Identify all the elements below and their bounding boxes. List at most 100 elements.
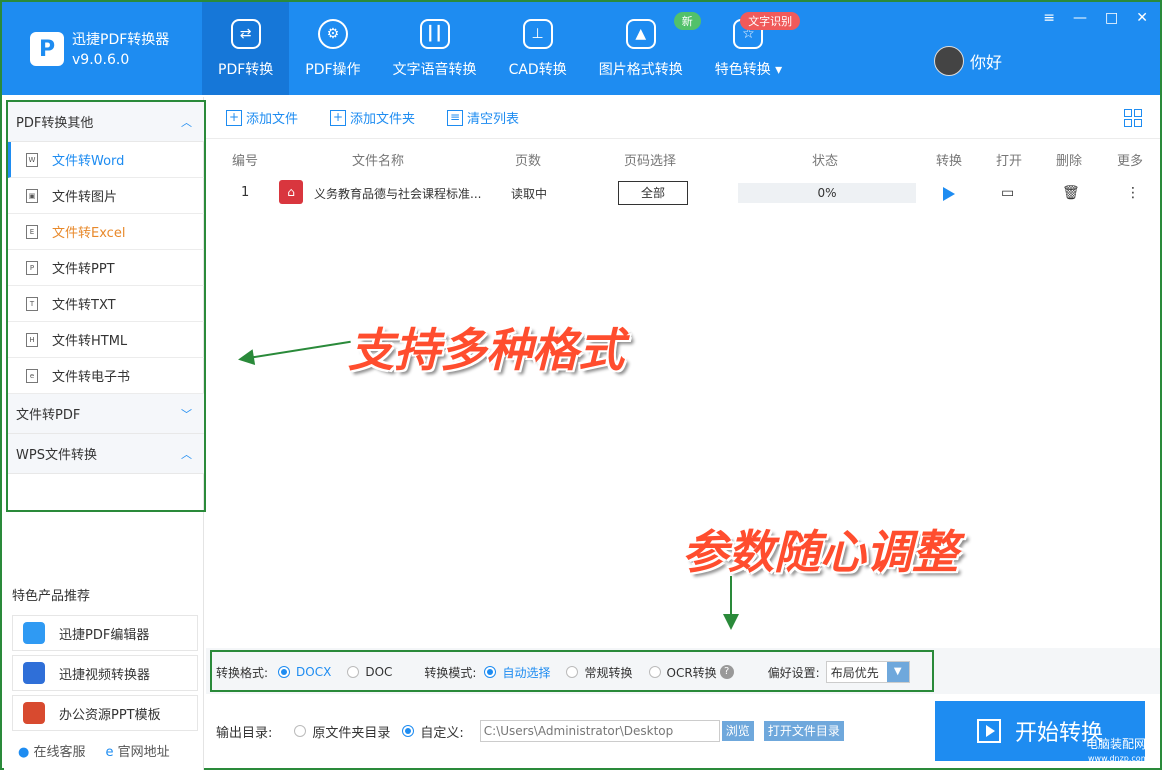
doc-label[interactable]: DOC (365, 665, 392, 679)
website-link[interactable]: e 官网地址 (106, 741, 170, 760)
sidebar-item-label: 文件转Word (52, 154, 125, 169)
close-icon[interactable]: ✕ (1136, 10, 1148, 26)
col-convert: 转换 (936, 154, 963, 169)
rec-ppt-template[interactable]: 办公资源PPT模板 (12, 695, 198, 731)
auto-label[interactable]: 自动选择 (502, 664, 550, 681)
nav-pdf-operate[interactable]: ⚙ PDF操作 (289, 2, 376, 95)
rec-video-converter[interactable]: 迅捷视频转换器 (12, 655, 198, 691)
avatar (934, 46, 964, 76)
cad-icon: ⊥ (522, 19, 553, 49)
delete-icon[interactable]: 🗑 (1062, 185, 1080, 201)
nav-image-format[interactable]: 新 ▲ 图片格式转换 (583, 2, 701, 95)
normal-label[interactable]: 常规转换 (584, 664, 632, 681)
sidebar-item-html[interactable]: H 文件转HTML (8, 322, 204, 358)
add-folder-button[interactable]: + 添加文件夹 (330, 108, 415, 127)
custom-dir-label[interactable]: 自定义: (420, 722, 463, 741)
group-label: PDF转换其他 (16, 116, 94, 131)
word-file-icon: W (26, 152, 38, 167)
sidebar: PDF转换其他 ︿ W 文件转Word ▣ 文件转图片 E 文件转Excel P 文件转… (4, 97, 206, 770)
sidebar-item-label: 文件转Excel (52, 226, 126, 241)
callout-formats: 支持多种格式 (348, 323, 624, 377)
watermark-text: 电脑装配网 (1086, 737, 1147, 751)
col-page-select: 页码选择 (624, 154, 677, 169)
rec-label: 迅捷PDF编辑器 (59, 627, 150, 643)
app-window: P 迅捷PDF转换器 v9.0.6.0 ⇄ PDF转换 ⚙ PDF操作 ┃┃ 文… (0, 0, 1162, 770)
pdf-editor-icon (23, 622, 45, 644)
col-status: 状态 (812, 154, 839, 169)
app-version: v9.0.6.0 (72, 52, 130, 68)
col-index: 编号 (232, 154, 259, 169)
radio-original-dir[interactable] (294, 725, 307, 737)
sidebar-bottom-links: ● 在线客服 e 官网地址 (18, 741, 170, 760)
main-nav: ⇄ PDF转换 ⚙ PDF操作 ┃┃ 文字语音转换 ⊥ CAD转换 新 ▲ 图片… (202, 2, 801, 95)
radio-normal[interactable] (566, 666, 579, 678)
browser-icon: e (105, 745, 114, 760)
sidebar-group-to-pdf[interactable]: 文件转PDF ﹀ (8, 394, 204, 434)
sidebar-item-label: 文件转电子书 (52, 370, 131, 385)
nav-cad[interactable]: ⊥ CAD转换 (493, 2, 583, 95)
maximize-icon[interactable]: □ (1105, 10, 1118, 26)
more-icon[interactable]: ⋮ (1126, 185, 1140, 201)
chevron-up-icon: ︿ (181, 115, 192, 129)
rec-pdf-editor[interactable]: 迅捷PDF编辑器 (12, 615, 198, 651)
header-bar: P 迅捷PDF转换器 v9.0.6.0 ⇄ PDF转换 ⚙ PDF操作 ┃┃ 文… (2, 2, 1160, 95)
image-icon: ▲ (625, 19, 656, 49)
user-profile[interactable]: 你好 (934, 46, 1002, 76)
arrow-left-icon (241, 340, 351, 360)
sidebar-item-label: 文件转HTML (52, 334, 128, 349)
sidebar-item-word[interactable]: W 文件转Word (8, 142, 204, 178)
output-path-input[interactable]: C:\Users\Administrator\Desktop (479, 720, 720, 742)
radio-doc[interactable] (347, 666, 360, 678)
sidebar-item-txt[interactable]: T 文件转TXT (8, 286, 204, 322)
trash-icon: ≡ (447, 109, 464, 126)
nav-pdf-convert[interactable]: ⇄ PDF转换 (202, 2, 290, 95)
sidebar-group-wps[interactable]: WPS文件转换 ︿ (8, 434, 204, 474)
sidebar-item-ebook[interactable]: e 文件转电子书 (8, 358, 204, 394)
add-file-button[interactable]: + 添加文件 (226, 108, 298, 127)
grid-view-icon[interactable] (1124, 109, 1142, 127)
page-select-button[interactable]: 全部 (618, 181, 688, 205)
output-row: 输出目录: 原文件夹目录 自定义: C:\Users\Administrator… (216, 720, 844, 742)
gear-icon: ⚙ (317, 19, 348, 49)
chevron-down-icon: ▼ (886, 662, 909, 682)
play-icon[interactable] (943, 187, 955, 201)
sidebar-item-excel[interactable]: E 文件转Excel (8, 214, 204, 250)
clear-list-button[interactable]: ≡ 清空列表 (447, 108, 519, 127)
rec-label: 办公资源PPT模板 (59, 707, 161, 723)
file-toolbar: + 添加文件 + 添加文件夹 ≡ 清空列表 (206, 97, 1160, 139)
open-folder-icon[interactable]: ▭ (1001, 185, 1014, 201)
nav-text-speech[interactable]: ┃┃ 文字语音转换 (377, 2, 493, 95)
sidebar-item-label: 文件转TXT (52, 298, 116, 313)
recommend-title: 特色产品推荐 (12, 589, 91, 604)
online-service-link[interactable]: ● 在线客服 (18, 741, 86, 760)
radio-ocr[interactable] (648, 666, 661, 678)
nav-label: 文字语音转换 (392, 62, 477, 78)
open-dir-button[interactable]: 打开文件目录 (763, 721, 844, 741)
pdf-file-icon: ⌂ (279, 180, 303, 204)
group-label: 文件转PDF (16, 408, 81, 423)
original-dir-label[interactable]: 原文件夹目录 (312, 722, 390, 741)
table-row[interactable]: 1 ⌂ 义务教育品德与社会课程标准... 读取中 全部 0% ▭ 🗑 ⋮ (206, 177, 1160, 209)
pref-label: 偏好设置: (767, 665, 820, 680)
radio-docx[interactable] (278, 666, 291, 678)
ocr-label[interactable]: OCR转换 (667, 664, 717, 681)
sidebar-item-ppt[interactable]: P 文件转PPT (8, 250, 204, 286)
help-icon[interactable]: ? (719, 665, 734, 679)
output-label: 输出目录: (216, 725, 273, 741)
audio-wave-icon: ┃┃ (419, 19, 450, 49)
minimize-icon[interactable]: — (1073, 10, 1087, 26)
arrow-down-icon (723, 576, 739, 630)
play-box-icon (976, 719, 1001, 743)
browse-button[interactable]: 浏览 (721, 721, 754, 741)
pref-select[interactable]: 布局优先 ▼ (825, 661, 910, 683)
radio-custom-dir[interactable] (402, 725, 415, 737)
docx-label[interactable]: DOCX (296, 665, 331, 679)
start-convert-button[interactable]: 开始转换 (935, 701, 1145, 761)
nav-special[interactable]: 文字识别 ☆ 特色转换 ▾ (699, 2, 801, 95)
radio-auto[interactable] (484, 666, 497, 678)
sidebar-item-image[interactable]: ▣ 文件转图片 (8, 178, 204, 214)
sidebar-group-pdf-other[interactable]: PDF转换其他 ︿ (8, 102, 204, 142)
status-progress: 0% (738, 183, 916, 203)
format-label: 转换格式: (216, 665, 269, 680)
menu-icon[interactable]: ≡ (1043, 10, 1055, 26)
